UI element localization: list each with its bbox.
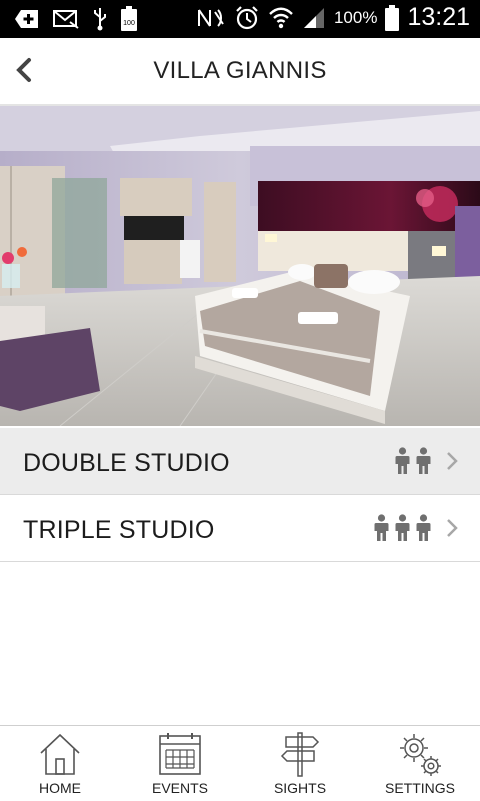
clock: 13:21 [407,3,470,31]
nav-settings[interactable]: SETTINGS [360,726,480,801]
mail-icon [53,10,79,29]
battery-percent: 100% [333,7,378,27]
calendar-icon [159,733,201,775]
battery-100-icon: 100 [121,6,137,31]
room-name: TRIPLE STUDIO [23,516,215,544]
svg-text:100: 100 [123,20,135,27]
add-icon [15,10,38,28]
nav-label: HOME [39,780,81,796]
nav-home[interactable]: HOME [0,726,120,801]
hotel-room-photo [0,106,480,426]
status-right-icons: 100% 13:21 [196,3,470,32]
status-left-icons: 100 [14,6,138,32]
bottom-navigation: HOME EVENTS SIGHTS SETTINGS [0,725,480,801]
nav-label: SIGHTS [273,780,327,796]
room-list: DOUBLE STUDIO TRIPLE STUDIO [0,428,480,562]
hero-image [0,106,480,426]
page-title: VILLA GIANNIS [153,57,327,84]
nav-label: SETTINGS [384,780,455,796]
person-icon [395,447,410,474]
home-icon [40,733,80,775]
battery-icon [385,4,400,31]
chevron-right-icon [447,452,458,470]
nav-label: EVENTS [151,780,208,796]
gears-icon [400,734,441,776]
nav-events[interactable]: EVENTS [120,726,240,801]
room-capacity [373,514,458,542]
alarm-icon [236,5,258,29]
person-icon [395,514,410,541]
wifi-icon [269,7,293,28]
nfc-icon [197,8,224,27]
room-capacity [394,447,458,475]
signpost-icon [280,732,320,777]
signal-icon [303,7,324,28]
chevron-right-icon [447,519,458,537]
status-bar: 100 100% 13:21 [0,0,480,38]
room-item-double-studio[interactable]: DOUBLE STUDIO [0,428,480,495]
nav-sights[interactable]: SIGHTS [240,726,360,801]
room-name: DOUBLE STUDIO [23,449,230,477]
person-icon [416,514,431,541]
app-bar: VILLA GIANNIS [0,38,480,106]
usb-icon [94,8,106,31]
person-icon [374,514,389,541]
person-icon [416,447,431,474]
room-item-triple-studio[interactable]: TRIPLE STUDIO [0,495,480,562]
